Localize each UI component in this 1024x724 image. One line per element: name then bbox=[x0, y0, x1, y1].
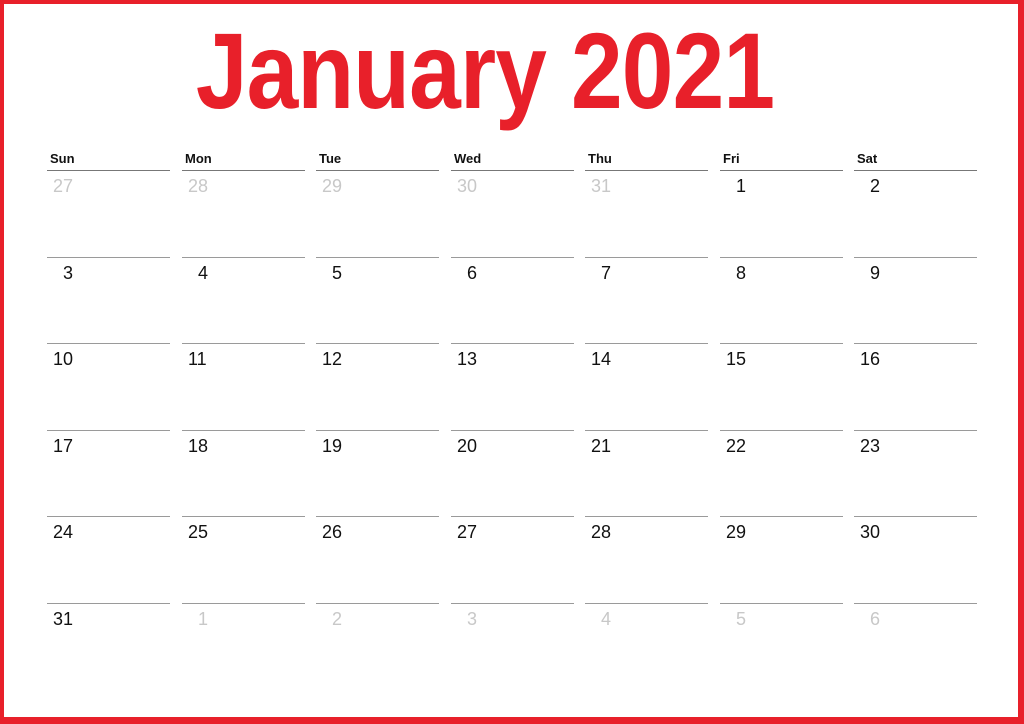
day-divider bbox=[585, 343, 708, 344]
day-cell[interactable]: 25 bbox=[188, 522, 208, 543]
day-divider bbox=[182, 430, 305, 431]
weekday-header-sat: Sat bbox=[857, 151, 878, 166]
day-divider bbox=[47, 603, 170, 604]
adjacent-month-day[interactable]: 3 bbox=[467, 609, 477, 630]
day-divider bbox=[182, 170, 305, 171]
day-divider bbox=[720, 257, 843, 258]
weekday-header-wed: Wed bbox=[454, 151, 482, 166]
day-divider bbox=[451, 170, 574, 171]
day-cell[interactable]: 22 bbox=[726, 436, 746, 457]
day-divider bbox=[182, 603, 305, 604]
day-cell[interactable]: 10 bbox=[53, 349, 73, 370]
day-divider bbox=[182, 516, 305, 517]
day-divider bbox=[316, 170, 439, 171]
day-cell[interactable]: 21 bbox=[591, 436, 611, 457]
day-cell[interactable]: 23 bbox=[860, 436, 880, 457]
day-divider bbox=[316, 257, 439, 258]
weekday-header-sun: Sun bbox=[50, 151, 75, 166]
weekday-header-fri: Fri bbox=[723, 151, 740, 166]
day-divider bbox=[47, 170, 170, 171]
day-divider bbox=[47, 430, 170, 431]
day-cell[interactable]: 28 bbox=[591, 522, 611, 543]
day-divider bbox=[585, 170, 708, 171]
day-cell[interactable]: 19 bbox=[322, 436, 342, 457]
day-cell[interactable]: 6 bbox=[467, 263, 477, 284]
adjacent-month-day[interactable]: 1 bbox=[198, 609, 208, 630]
day-divider bbox=[182, 343, 305, 344]
day-cell[interactable]: 14 bbox=[591, 349, 611, 370]
weekday-header-thu: Thu bbox=[588, 151, 612, 166]
day-divider bbox=[720, 430, 843, 431]
adjacent-month-day[interactable]: 6 bbox=[870, 609, 880, 630]
day-cell[interactable]: 26 bbox=[322, 522, 342, 543]
adjacent-month-day[interactable]: 4 bbox=[601, 609, 611, 630]
day-cell[interactable]: 11 bbox=[188, 349, 207, 370]
day-divider bbox=[854, 516, 977, 517]
adjacent-month-day[interactable]: 5 bbox=[736, 609, 746, 630]
day-divider bbox=[854, 603, 977, 604]
calendar-title: January 2021 bbox=[195, 10, 775, 131]
day-cell[interactable]: 3 bbox=[63, 263, 73, 284]
day-divider bbox=[316, 430, 439, 431]
day-divider bbox=[585, 257, 708, 258]
day-divider bbox=[47, 516, 170, 517]
day-divider bbox=[720, 603, 843, 604]
day-cell[interactable]: 20 bbox=[457, 436, 477, 457]
weekday-header-tue: Tue bbox=[319, 151, 342, 166]
day-divider bbox=[182, 257, 305, 258]
day-divider bbox=[451, 430, 574, 431]
day-divider bbox=[451, 343, 574, 344]
day-cell[interactable]: 27 bbox=[457, 522, 477, 543]
adjacent-month-day[interactable]: 27 bbox=[53, 176, 73, 197]
day-divider bbox=[47, 257, 170, 258]
day-cell[interactable]: 13 bbox=[457, 349, 477, 370]
day-divider bbox=[451, 603, 574, 604]
day-divider bbox=[585, 603, 708, 604]
day-divider bbox=[316, 343, 439, 344]
day-cell[interactable]: 1 bbox=[736, 176, 746, 197]
day-divider bbox=[316, 516, 439, 517]
day-divider bbox=[585, 430, 708, 431]
day-divider bbox=[451, 257, 574, 258]
day-cell[interactable]: 15 bbox=[726, 349, 746, 370]
day-cell[interactable]: 12 bbox=[322, 349, 342, 370]
day-cell[interactable]: 7 bbox=[601, 263, 611, 284]
adjacent-month-day[interactable]: 30 bbox=[457, 176, 477, 197]
day-divider bbox=[854, 430, 977, 431]
day-divider bbox=[854, 343, 977, 344]
day-cell[interactable]: 4 bbox=[198, 263, 208, 284]
adjacent-month-day[interactable]: 28 bbox=[188, 176, 208, 197]
day-divider bbox=[720, 516, 843, 517]
adjacent-month-day[interactable]: 31 bbox=[591, 176, 611, 197]
day-cell[interactable]: 17 bbox=[53, 436, 73, 457]
day-cell[interactable]: 31 bbox=[53, 609, 73, 630]
adjacent-month-day[interactable]: 29 bbox=[322, 176, 342, 197]
day-cell[interactable]: 30 bbox=[860, 522, 880, 543]
day-divider bbox=[854, 170, 977, 171]
day-divider bbox=[47, 343, 170, 344]
day-cell[interactable]: 9 bbox=[870, 263, 880, 284]
day-cell[interactable]: 24 bbox=[53, 522, 73, 543]
day-divider bbox=[585, 516, 708, 517]
day-cell[interactable]: 8 bbox=[736, 263, 746, 284]
adjacent-month-day[interactable]: 2 bbox=[332, 609, 342, 630]
day-cell[interactable]: 16 bbox=[860, 349, 880, 370]
day-cell[interactable]: 29 bbox=[726, 522, 746, 543]
day-divider bbox=[854, 257, 977, 258]
weekday-header-mon: Mon bbox=[185, 151, 212, 166]
day-divider bbox=[316, 603, 439, 604]
day-cell[interactable]: 5 bbox=[332, 263, 342, 284]
day-divider bbox=[720, 343, 843, 344]
day-cell[interactable]: 2 bbox=[870, 176, 880, 197]
day-divider bbox=[720, 170, 843, 171]
day-cell[interactable]: 18 bbox=[188, 436, 208, 457]
day-divider bbox=[451, 516, 574, 517]
